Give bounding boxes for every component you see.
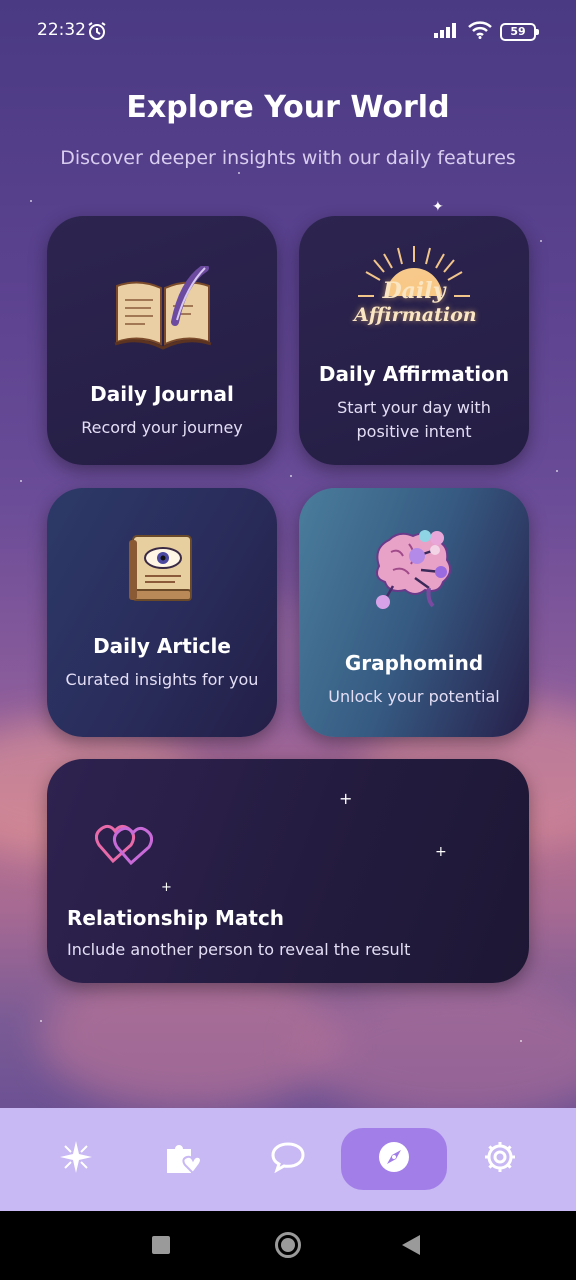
sparkle-star: + [435,844,447,860]
status-bar: 22:32 59 [0,0,576,64]
star [20,480,22,482]
nav-home[interactable] [23,1128,129,1190]
daily-article-description: Curated insights for you [65,670,259,689]
daily-journal-title: Daily Journal [90,382,234,406]
chat-bubble-icon [270,1141,306,1177]
wifi-icon [468,21,492,43]
star [556,470,558,472]
daily-journal-card[interactable]: Daily Journal Record your journey [47,216,277,465]
brain-network-icon [369,526,459,618]
page-title: Explore Your World [126,90,450,125]
signal-icon [434,22,460,42]
graphomind-title: Graphomind [344,651,484,675]
affirmation-logo-text-2: Affirmation [354,304,477,326]
back-button[interactable] [402,1235,420,1255]
sparkle-star: + [339,789,353,808]
daily-affirmation-title: Daily Affirmation [318,362,510,386]
status-icons: 59 [434,21,539,43]
daily-article-card[interactable]: Daily Article Curated insights for you [47,488,277,737]
star [30,200,32,202]
graphomind-description: Unlock your potential [328,687,500,706]
open-book-quill-icon [113,264,213,354]
background-cloud [300,980,576,1108]
recents-button[interactable] [152,1236,170,1254]
android-navigation-bar [0,1211,576,1280]
status-time: 22:32 [37,20,86,40]
daily-affirmation-logo: Daily Affirmation [354,242,477,348]
nav-explore[interactable] [341,1128,447,1190]
nav-chat[interactable] [235,1128,341,1190]
daily-affirmation-description: Start your day with positive intent [337,398,491,441]
battery-icon: 59 [500,23,539,41]
daily-affirmation-card[interactable]: Daily Affirmation Daily Affirmation Star… [299,216,529,465]
alarm-icon [87,21,107,45]
relationship-match-description: Include another person to reveal the res… [67,940,411,959]
battery-level: 59 [510,25,526,38]
affirmation-logo-text-1: Daily [382,278,446,304]
nav-games[interactable] [129,1128,235,1190]
app-screen: ✦ 22:32 59 Explore Your World Discover d… [0,0,576,1108]
nav-settings[interactable] [447,1128,553,1190]
compass-icon [377,1140,411,1178]
star [40,1020,42,1022]
graphomind-card[interactable]: Graphomind Unlock your potential [299,488,529,737]
star [238,172,240,174]
daily-article-title: Daily Article [93,634,231,658]
eye-book-icon [127,530,197,608]
home-button[interactable] [275,1232,301,1258]
daily-journal-description: Record your journey [81,418,243,437]
gear-icon [482,1139,518,1179]
home-button-dot [281,1238,295,1252]
bottom-navigation [0,1108,576,1211]
star [290,475,292,477]
relationship-match-title: Relationship Match [67,906,285,930]
page-subtitle: Discover deeper insights with our daily … [60,147,516,169]
star [540,240,542,242]
relationship-match-card[interactable]: + + + Relationship Match Include another… [47,759,529,983]
star [520,1040,522,1042]
sparkle-star: ✦ [432,199,444,215]
double-heart-icon [94,821,154,869]
sparkle-icon [59,1140,93,1178]
sparkle-star: + [161,880,172,895]
puzzle-heart-icon [163,1139,202,1179]
